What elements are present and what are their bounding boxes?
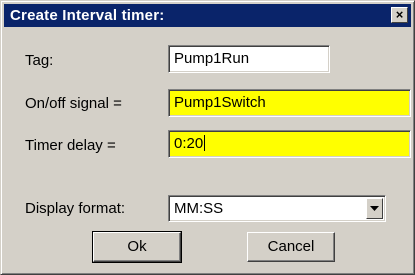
onoff-signal-label: On/off signal = <box>25 95 122 112</box>
text-caret <box>204 135 206 151</box>
timer-delay-label: Timer delay = <box>25 137 116 154</box>
dialog-title: Create Interval timer: <box>10 7 165 24</box>
close-button[interactable]: × <box>391 7 408 23</box>
chevron-down-icon <box>370 206 379 211</box>
timer-delay-input[interactable]: 0:20 <box>168 130 411 158</box>
onoff-signal-value: Pump1Switch <box>174 94 266 111</box>
close-icon: × <box>395 7 404 22</box>
tag-input[interactable]: Pump1Run <box>168 45 330 73</box>
display-format-select[interactable]: MM:SS <box>168 195 386 222</box>
title-bar[interactable]: Create Interval timer: × <box>4 4 411 27</box>
create-interval-timer-dialog: Create Interval timer: × Tag: Pump1Run O… <box>0 0 415 275</box>
ok-button[interactable]: Ok <box>92 231 182 263</box>
cancel-button[interactable]: Cancel <box>247 232 335 262</box>
onoff-signal-input[interactable]: Pump1Switch <box>168 89 411 117</box>
dropdown-button[interactable] <box>366 198 383 219</box>
tag-label: Tag: <box>25 52 54 69</box>
display-format-label: Display format: <box>25 200 126 217</box>
tag-value: Pump1Run <box>174 50 250 67</box>
timer-delay-value: 0:20 <box>174 135 204 152</box>
display-format-value: MM:SS <box>174 200 224 217</box>
